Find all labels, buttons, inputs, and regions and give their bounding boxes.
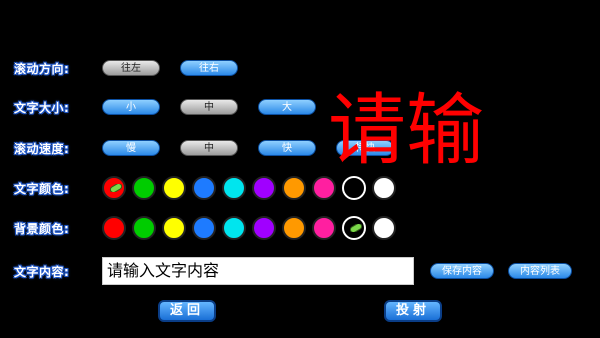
text-color-swatch-9[interactable]: [372, 176, 396, 200]
text-color-swatch-8[interactable]: [342, 176, 366, 200]
text-color-swatch-3[interactable]: [192, 176, 216, 200]
direction-left-button[interactable]: 往左: [102, 60, 160, 76]
text-content-input[interactable]: 请输入文字内容: [102, 257, 414, 285]
bg-color-label: 背景颜色:: [14, 222, 70, 236]
bg-color-swatch-4[interactable]: [222, 216, 246, 240]
selected-check-icon: [110, 184, 122, 192]
size-small-button[interactable]: 小: [102, 99, 160, 115]
speed-fast-button[interactable]: 快: [258, 140, 316, 156]
bg-color-swatch-2[interactable]: [162, 216, 186, 240]
speed-medium-button[interactable]: 中: [180, 140, 238, 156]
text-color-swatch-7[interactable]: [312, 176, 336, 200]
bg-color-swatch-3[interactable]: [192, 216, 216, 240]
bg-color-swatch-9[interactable]: [372, 216, 396, 240]
direction-right-button[interactable]: 往右: [180, 60, 238, 76]
bg-color-swatch-6[interactable]: [282, 216, 306, 240]
size-large-button[interactable]: 大: [258, 99, 316, 115]
back-button[interactable]: 返回: [158, 300, 216, 322]
preview-text: 请输: [328, 86, 485, 176]
text-color-swatch-1[interactable]: [132, 176, 156, 200]
scroll-direction-label: 滚动方向:: [14, 62, 70, 76]
bg-color-swatch-8[interactable]: [342, 216, 366, 240]
text-color-label: 文字颜色:: [14, 182, 70, 196]
bg-color-swatch-1[interactable]: [132, 216, 156, 240]
size-medium-button[interactable]: 中: [180, 99, 238, 115]
text-color-swatch-2[interactable]: [162, 176, 186, 200]
text-color-swatch-0[interactable]: [102, 176, 126, 200]
bg-color-swatch-0[interactable]: [102, 216, 126, 240]
text-content-label: 文字内容:: [14, 265, 70, 279]
save-content-button[interactable]: 保存内容: [430, 263, 494, 279]
content-list-button[interactable]: 内容列表: [508, 263, 572, 279]
text-color-swatch-5[interactable]: [252, 176, 276, 200]
bg-color-swatch-5[interactable]: [252, 216, 276, 240]
scroll-speed-label: 滚动速度:: [14, 142, 70, 156]
selected-check-icon: [350, 224, 362, 232]
text-color-swatch-6[interactable]: [282, 176, 306, 200]
launch-button[interactable]: 投射: [384, 300, 442, 322]
text-color-swatch-4[interactable]: [222, 176, 246, 200]
bg-color-swatch-7[interactable]: [312, 216, 336, 240]
text-size-label: 文字大小:: [14, 101, 70, 115]
speed-slow-button[interactable]: 慢: [102, 140, 160, 156]
